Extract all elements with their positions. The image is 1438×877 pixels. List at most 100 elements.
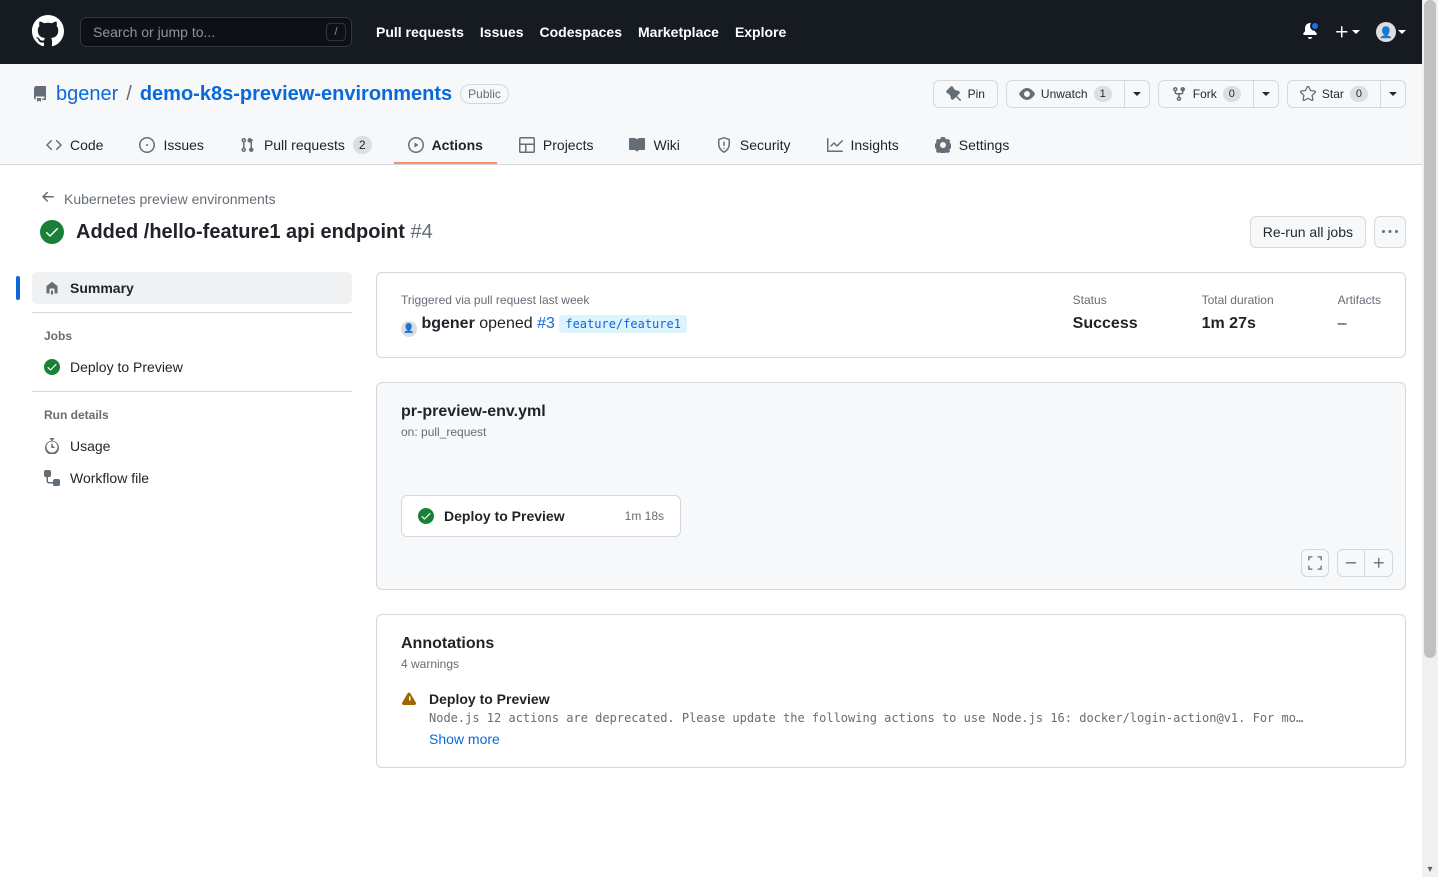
global-search: /	[80, 17, 352, 47]
tab-pull-requests[interactable]: Pull requests2	[226, 128, 386, 164]
tab-projects-label: Projects	[543, 137, 594, 153]
tab-settings-label: Settings	[959, 137, 1010, 153]
fullscreen-button[interactable]	[1301, 549, 1329, 577]
repo-owner-link[interactable]: bgener	[56, 83, 118, 106]
artifacts-value: –	[1338, 315, 1381, 333]
repo-name-link[interactable]: demo-k8s-preview-environments	[140, 83, 452, 106]
stopwatch-icon	[44, 438, 60, 454]
check-icon	[44, 224, 60, 240]
pr-link[interactable]: #3	[537, 315, 555, 332]
fork-dropdown[interactable]	[1254, 80, 1279, 108]
watch-dropdown[interactable]	[1125, 80, 1150, 108]
shield-icon	[716, 137, 732, 153]
job-duration: 1m 18s	[625, 509, 664, 523]
nav-explore[interactable]: Explore	[735, 24, 786, 40]
tab-insights[interactable]: Insights	[813, 128, 913, 164]
star-label: Star	[1322, 87, 1344, 101]
run-more-menu[interactable]	[1374, 216, 1406, 248]
rerun-all-button[interactable]: Re-run all jobs	[1250, 216, 1366, 248]
tab-security[interactable]: Security	[702, 128, 805, 164]
pin-button[interactable]: Pin	[933, 80, 998, 108]
search-input[interactable]	[80, 17, 352, 47]
github-logo[interactable]	[32, 15, 64, 50]
caret-down-icon	[1352, 30, 1360, 34]
zoom-in-button[interactable]	[1365, 549, 1393, 577]
global-header: / Pull requests Issues Codespaces Market…	[0, 0, 1438, 64]
tab-code[interactable]: Code	[32, 128, 117, 164]
zoom-out-button[interactable]	[1337, 549, 1365, 577]
repo-forked-icon	[1171, 86, 1187, 102]
repo-header: bgener / demo-k8s-preview-environments P…	[0, 64, 1438, 165]
book-icon	[629, 137, 645, 153]
nav-pull-requests[interactable]: Pull requests	[376, 24, 464, 40]
star-icon	[1300, 86, 1316, 102]
unread-indicator	[1310, 21, 1320, 31]
tab-pr-label: Pull requests	[264, 137, 345, 153]
watch-count: 1	[1094, 86, 1112, 102]
sidebar-item-usage[interactable]: Usage	[32, 430, 352, 462]
alert-icon	[401, 691, 417, 707]
scroll-down-arrow[interactable]: ▾	[1422, 861, 1438, 877]
issue-icon	[139, 137, 155, 153]
branch-chip[interactable]: feature/feature1	[559, 315, 687, 333]
artifacts-label: Artifacts	[1338, 293, 1381, 307]
run-sidebar: Summary Jobs Deploy to Preview Run detai…	[32, 272, 352, 792]
sidebar-job-item[interactable]: Deploy to Preview	[32, 351, 352, 383]
sidebar-item-workflow-file[interactable]: Workflow file	[32, 462, 352, 494]
actor-avatar: 👤	[401, 321, 417, 337]
workflow-graph-card: pr-preview-env.yml on: pull_request Depl…	[376, 382, 1406, 590]
artifacts-info: Artifacts –	[1338, 293, 1381, 337]
tab-code-label: Code	[70, 137, 103, 153]
annotations-summary: 4 warnings	[401, 657, 1381, 671]
tab-settings[interactable]: Settings	[921, 128, 1024, 164]
user-menu[interactable]: 👤	[1376, 22, 1406, 42]
workflow-icon	[44, 470, 60, 486]
tab-issues[interactable]: Issues	[125, 128, 217, 164]
check-icon	[420, 510, 432, 522]
workflow-file-name: pr-preview-env.yml	[401, 403, 1381, 421]
tab-wiki[interactable]: Wiki	[615, 128, 693, 164]
tab-insights-label: Insights	[851, 137, 899, 153]
actor-link[interactable]: bgener	[421, 315, 474, 332]
kebab-horizontal-icon	[1382, 224, 1398, 240]
eye-icon	[1019, 86, 1035, 102]
notifications-button[interactable]	[1302, 23, 1318, 42]
mark-github-icon	[32, 15, 64, 47]
event-text: opened	[479, 315, 532, 332]
graph-controls	[1301, 549, 1393, 577]
show-more-link[interactable]: Show more	[429, 731, 500, 747]
tab-projects[interactable]: Projects	[505, 128, 608, 164]
unwatch-button[interactable]: Unwatch 1	[1006, 80, 1125, 108]
fork-button-group: Fork 0	[1158, 80, 1279, 108]
trigger-value: 👤 bgener opened #3 feature/feature1	[401, 315, 1009, 337]
job-node[interactable]: Deploy to Preview 1m 18s	[401, 495, 681, 537]
nav-codespaces[interactable]: Codespaces	[540, 24, 622, 40]
divider	[32, 391, 352, 392]
sidebar-item-summary[interactable]: Summary	[32, 272, 352, 304]
caret-down-icon	[1133, 92, 1141, 96]
run-main: Triggered via pull request last week 👤 b…	[376, 272, 1406, 792]
repo-actions: Pin Unwatch 1 Fork 0	[933, 80, 1406, 108]
fork-count: 0	[1223, 86, 1241, 102]
scrollbar[interactable]: ▾	[1422, 0, 1438, 877]
repo-slash: /	[126, 83, 132, 106]
arrow-left-icon	[40, 189, 56, 205]
warning-icon	[401, 691, 417, 747]
screen-full-icon	[1308, 556, 1322, 570]
caret-down-icon	[1398, 30, 1406, 34]
tab-actions[interactable]: Actions	[394, 128, 497, 164]
star-button[interactable]: Star 0	[1287, 80, 1381, 108]
star-button-group: Star 0	[1287, 80, 1406, 108]
annotation-item-title: Deploy to Preview	[429, 691, 1309, 707]
annotation-item-message: Node.js 12 actions are deprecated. Pleas…	[429, 711, 1309, 725]
star-dropdown[interactable]	[1381, 80, 1406, 108]
create-menu[interactable]	[1334, 24, 1360, 40]
breadcrumb-back[interactable]	[40, 189, 56, 208]
run-status-icon	[40, 220, 64, 244]
nav-marketplace[interactable]: Marketplace	[638, 24, 719, 40]
sidebar-section-details: Run details	[32, 400, 352, 430]
breadcrumb-workflow[interactable]: Kubernetes preview environments	[64, 191, 276, 207]
scrollbar-thumb[interactable]	[1424, 0, 1436, 658]
fork-button[interactable]: Fork 0	[1158, 80, 1254, 108]
nav-issues[interactable]: Issues	[480, 24, 524, 40]
